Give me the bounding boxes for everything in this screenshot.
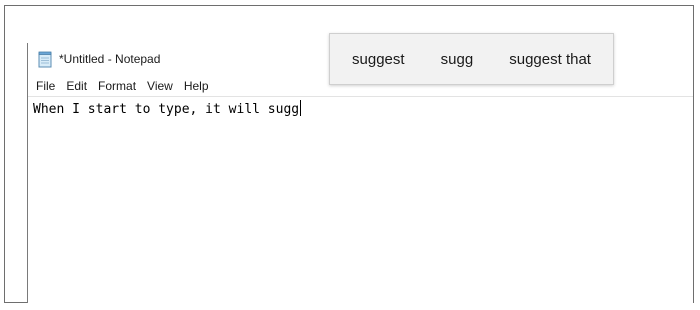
text-suggestions-bar: suggest sugg suggest that: [329, 33, 614, 85]
suggestion-item[interactable]: suggest that: [503, 47, 597, 72]
notepad-icon: [38, 51, 53, 68]
suggestion-item[interactable]: sugg: [435, 47, 480, 72]
suggestion-item[interactable]: suggest: [346, 47, 411, 72]
text-editor-area[interactable]: When I start to type, it will sugg: [28, 96, 693, 303]
window-title: *Untitled - Notepad: [59, 52, 161, 66]
menu-view[interactable]: View: [142, 79, 178, 93]
menu-help[interactable]: Help: [179, 79, 214, 93]
menu-edit[interactable]: Edit: [61, 79, 92, 93]
text-caret: [300, 100, 302, 116]
menu-file[interactable]: File: [31, 79, 60, 93]
editor-content[interactable]: When I start to type, it will sugg: [33, 100, 302, 119]
menu-format[interactable]: Format: [93, 79, 141, 93]
typed-text: When I start to type, it will sugg: [33, 102, 300, 117]
